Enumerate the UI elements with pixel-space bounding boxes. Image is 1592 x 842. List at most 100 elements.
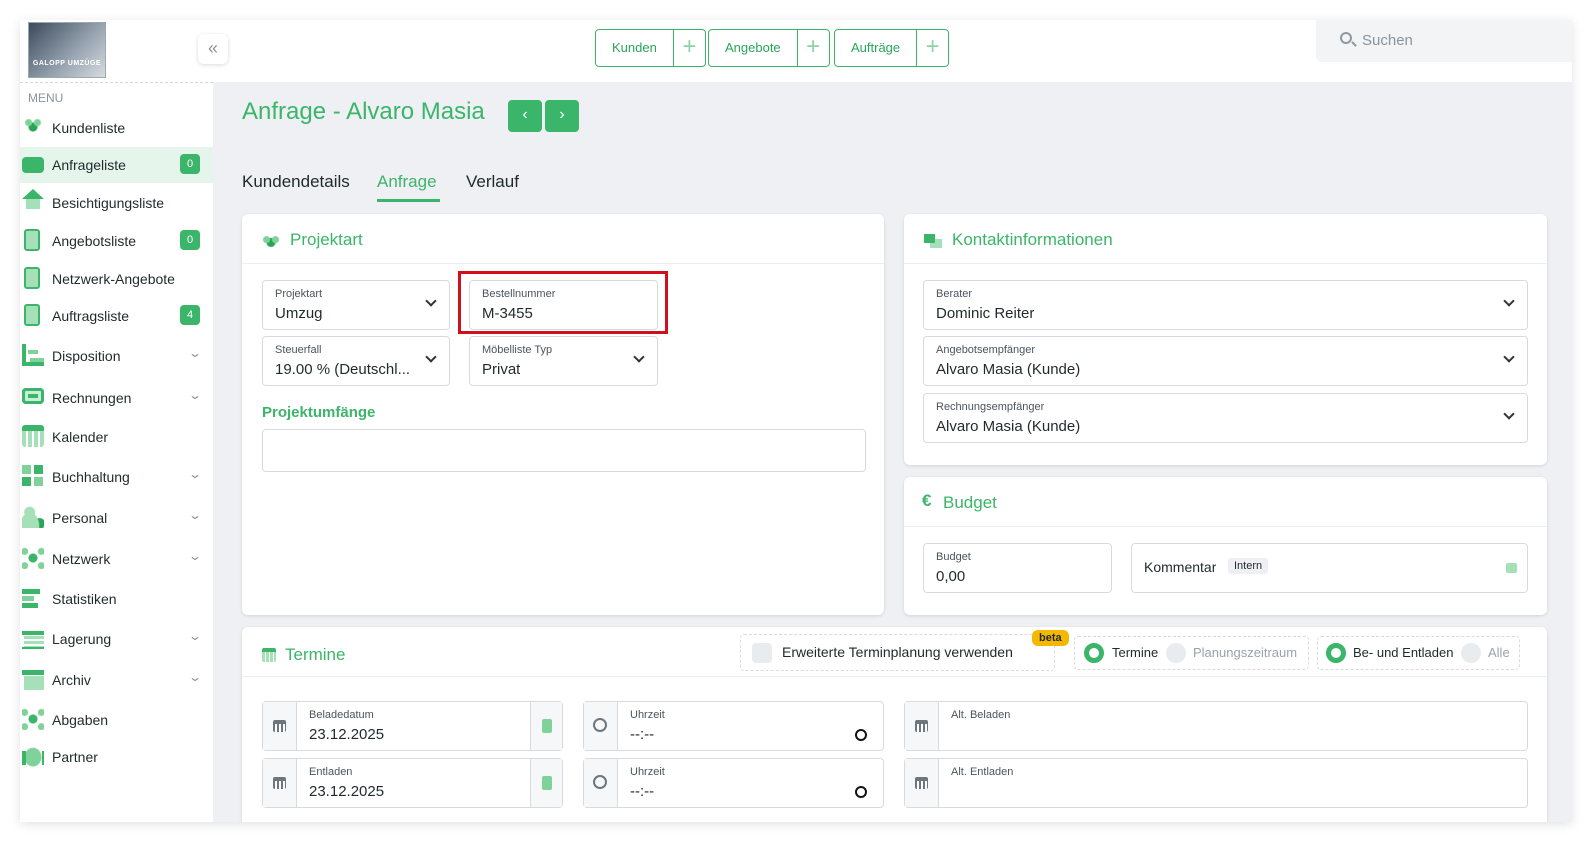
erweiterte-terminplanung-checkbox[interactable] [752,643,772,663]
tab-kundendetails[interactable]: Kundendetails [242,172,350,192]
chevron-down-icon: ⌄ [187,629,203,643]
moebelliste-typ-select[interactable]: Möbelliste Typ Privat [469,336,658,386]
angebotsempfaenger-select[interactable]: Angebotsempfänger Alvaro Masia (Kunde) [923,336,1528,386]
field-value: Umzug [275,305,323,322]
sidebar-item-buchhaltung[interactable]: Buchhaltung ⌄ [20,459,213,495]
add-auftrag-plus-icon[interactable]: + [916,30,948,66]
clock-icon[interactable] [855,729,867,741]
tab-anfrage[interactable]: Anfrage [377,172,437,192]
projektumfaenge-label: Projektumfänge [262,404,376,421]
previous-button[interactable]: ‹ [508,100,542,132]
uhrzeit-beladen-field[interactable]: Uhrzeit --:-- [583,701,884,751]
termine-radio[interactable] [1084,643,1104,663]
add-kunde-plus-icon[interactable]: + [672,30,705,66]
card-title: Termine [285,645,346,664]
sidebar-item-netzwerk[interactable]: Netzwerk ⌄ [20,541,213,577]
sidebar-item-label: Besichtigungsliste [52,195,165,211]
field-label: Uhrzeit [630,709,665,721]
sidebar-item-archiv[interactable]: Archiv ⌄ [20,662,213,698]
sidebar-item-disposition[interactable]: Disposition ⌄ [20,338,213,374]
sidebar-item-angebotsliste[interactable]: Angebotsliste 0 [20,223,213,259]
network-icon [22,547,44,569]
stats-icon [22,587,44,609]
chevron-down-icon [425,295,437,307]
next-button[interactable]: › [545,100,579,132]
clock-icon[interactable] [855,786,867,798]
menu-title: MENU [28,91,64,105]
quick-action-angebote: Angebote + [708,29,830,67]
rechnungsempfaenger-select[interactable]: Rechnungsempfänger Alvaro Masia (Kunde) [923,393,1528,443]
intern-badge: Intern [1228,558,1269,574]
sidebar-item-label: Netzwerk [52,551,111,567]
entladen-field[interactable]: Entladen 23.12.2025 [262,758,563,808]
calendar-icon [273,720,286,732]
uhrzeit-entladen-field[interactable]: Uhrzeit --:-- [583,758,884,808]
sidebar: MENU Kundenliste Anfrageliste 0 Besichti… [20,82,213,822]
beladedatum-field[interactable]: Beladedatum 23.12.2025 [262,701,563,751]
steuerfall-select[interactable]: Steuerfall 19.00 % (Deutschl... [262,336,450,386]
card-title: Kontaktinformationen [952,230,1113,249]
sidebar-item-statistiken[interactable]: Statistiken [20,581,213,617]
sidebar-item-kundenliste[interactable]: Kundenliste [20,110,213,146]
tab-verlauf[interactable]: Verlauf [466,172,519,192]
sidebar-item-besichtigungsliste[interactable]: Besichtigungsliste [20,185,213,221]
field-value: 23.12.2025 [309,726,385,743]
page-title: Anfrage - Alvaro Masia [242,98,485,125]
field-value: Privat [482,361,521,378]
auftraege-link[interactable]: Aufträge [835,30,916,66]
kommentar-field[interactable]: Kommentar [1131,543,1528,593]
sidebar-item-label: Abgaben [52,712,109,728]
prefix [584,759,618,807]
kunden-link[interactable]: Kunden [596,30,673,66]
date-picker-button[interactable] [530,702,562,750]
berater-select[interactable]: Berater Dominic Reiter [923,280,1528,330]
field-label: Rechnungsempfänger [936,401,1045,413]
sidebar-item-anfrageliste[interactable]: Anfrageliste 0 [20,147,213,183]
count-badge: 0 [180,230,200,250]
sidebar-item-abgaben[interactable]: Abgaben [20,702,213,738]
erweiterte-terminplanung-label: Erweiterte Terminplanung verwenden [782,644,1013,660]
sidebar-item-label: Lagerung [52,631,112,647]
sidebar-item-kalender[interactable]: Kalender [20,419,213,455]
add-angebot-plus-icon[interactable]: + [796,30,829,66]
projektart-select[interactable]: Projektart Umzug [262,280,450,330]
sidebar-item-label: Anfrageliste [52,157,126,173]
card-title: Budget [943,493,997,512]
be-und-entladen-radio-label: Be- und Entladen [1353,645,1454,660]
search-input[interactable]: Suchen [1316,20,1572,62]
comment-icon[interactable] [1506,563,1517,573]
prefix [905,759,939,807]
top-bar: GALOPP UMZÜGE « Kunden + Angebote + Auft… [20,20,1572,82]
chevron-down-icon: ⌄ [187,346,203,360]
calendar-icon [915,777,928,789]
collapse-sidebar-button[interactable]: « [198,34,228,64]
sidebar-item-label: Buchhaltung [52,469,130,485]
field-value: 23.12.2025 [309,783,385,800]
alt-beladen-field[interactable]: Alt. Beladen [904,701,1528,751]
document-icon [24,267,40,289]
projektumfaenge-input[interactable] [262,429,866,472]
sidebar-item-netzwerk-angebote[interactable]: Netzwerk-Angebote [20,261,213,297]
field-value: 0,00 [936,568,966,585]
field-label: Berater [936,288,973,300]
alt-entladen-field[interactable]: Alt. Entladen [904,758,1528,808]
alle-radio[interactable] [1461,643,1481,663]
card-header: € Budget [904,477,1547,527]
sidebar-item-rechnungen[interactable]: Rechnungen ⌄ [20,380,213,416]
budget-input[interactable]: Budget 0,00 [923,543,1112,593]
sidebar-item-personal[interactable]: Personal ⌄ [20,500,213,536]
card-header: Projektart [242,214,884,264]
sidebar-item-lagerung[interactable]: Lagerung ⌄ [20,621,213,657]
company-logo[interactable]: GALOPP UMZÜGE [28,22,106,78]
calendar-icon [22,425,44,447]
chevron-down-icon: ⌄ [187,388,203,402]
sidebar-item-partner[interactable]: Partner [20,739,213,775]
euro-icon: € [922,491,932,510]
angebote-link[interactable]: Angebote [709,30,797,66]
document-icon [24,304,40,326]
document-icon [24,229,40,251]
be-und-entladen-radio[interactable] [1326,643,1346,663]
date-picker-button[interactable] [530,759,562,807]
planungszeitraum-radio[interactable] [1166,643,1186,663]
sidebar-item-auftragsliste[interactable]: Auftragsliste 4 [20,298,213,334]
